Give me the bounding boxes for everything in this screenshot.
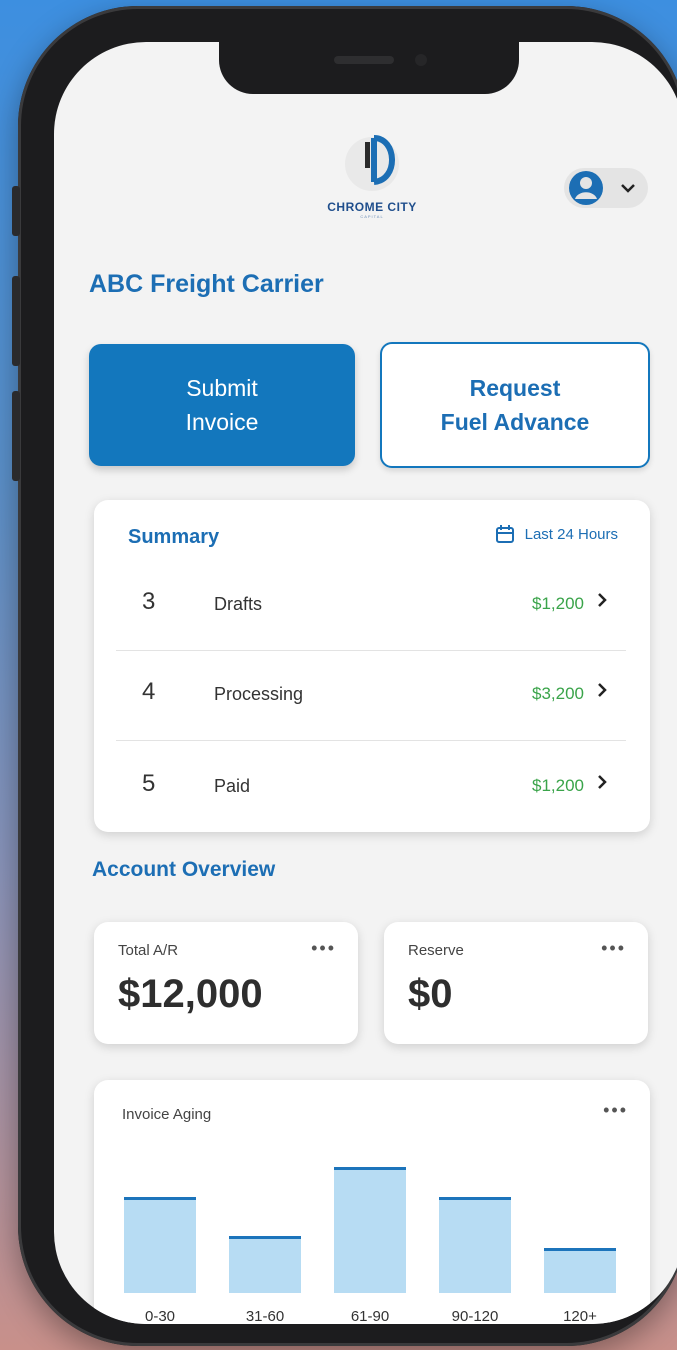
row-label: Paid — [214, 776, 251, 796]
aging-bar-90-120 — [439, 1197, 511, 1293]
summary-row-processing[interactable]: 4 Processing $3,200 — [94, 652, 650, 740]
speaker — [334, 56, 394, 64]
reserve-card: Reserve ••• $0 — [384, 922, 648, 1044]
request-fuel-advance-label: Request Fuel Advance — [440, 375, 590, 435]
row-amount: $3,200 — [532, 684, 584, 703]
row-count: 3 — [142, 588, 156, 615]
more-options-icon[interactable]: ••• — [603, 1100, 628, 1121]
row-amount: $1,200 — [532, 776, 584, 795]
summary-card: Summary Last 24 Hours 3 Drafts $1,200 4 — [94, 500, 650, 832]
reserve-value: $0 — [408, 972, 453, 1016]
more-options-icon[interactable]: ••• — [601, 938, 626, 959]
user-avatar-icon — [569, 171, 603, 205]
total-ar-value: $12,000 — [118, 972, 263, 1016]
brand-name: CHROME CITY — [327, 200, 417, 214]
aging-bar-label: 61-90 — [350, 1308, 390, 1324]
submit-invoice-label: Submit Invoice — [185, 375, 259, 435]
row-divider — [116, 740, 626, 741]
calendar-icon — [495, 525, 514, 543]
chevron-right-icon — [598, 683, 607, 697]
row-amount: $1,200 — [532, 594, 584, 613]
submit-invoice-button[interactable]: Submit Invoice — [89, 344, 355, 466]
chevron-right-icon — [598, 775, 607, 789]
aging-bar-label: 31-60 — [245, 1308, 285, 1324]
account-overview-title: Account Overview — [92, 858, 276, 881]
phone-frame: CHROME CITY CAPITAL ABC Freight Carrier … — [12, 6, 677, 1346]
total-ar-card: Total A/R ••• $12,000 — [94, 922, 358, 1044]
logo-mark-icon — [345, 135, 399, 191]
summary-title: Summary — [128, 526, 220, 548]
more-options-icon[interactable]: ••• — [311, 938, 336, 959]
phone-screen: CHROME CITY CAPITAL ABC Freight Carrier … — [54, 42, 677, 1324]
aging-bar-61-90 — [334, 1167, 406, 1293]
aging-bar-0-30 — [124, 1197, 196, 1293]
row-divider — [116, 650, 626, 651]
company-name: ABC Freight Carrier — [89, 270, 324, 298]
aging-bar-120+ — [544, 1248, 616, 1293]
summary-row-drafts[interactable]: 3 Drafts $1,200 — [94, 562, 650, 650]
aging-bar-31-60 — [229, 1236, 301, 1293]
invoice-aging-title: Invoice Aging — [122, 1106, 212, 1123]
mute-switch — [12, 186, 20, 236]
brand-sub: CAPITAL — [360, 214, 384, 219]
brand-logo: CHROME CITY CAPITAL — [302, 132, 442, 232]
account-menu-button[interactable] — [564, 168, 648, 208]
invoice-aging-card: Invoice Aging ••• 0-30 31-60 61-90 90-120 12… — [94, 1080, 650, 1324]
total-ar-label: Total A/R — [118, 942, 179, 959]
chevron-right-icon — [598, 593, 607, 607]
summary-row-paid[interactable]: 5 Paid $1,200 — [94, 744, 650, 832]
row-count: 4 — [142, 678, 156, 705]
period-label: Last 24 Hours — [524, 525, 618, 543]
aging-bar-label: 90-120 — [451, 1308, 499, 1324]
front-camera — [415, 54, 427, 66]
request-fuel-advance-button[interactable]: Request Fuel Advance — [380, 342, 650, 468]
volume-up-button — [12, 276, 20, 366]
period-selector[interactable]: Last 24 Hours — [495, 524, 618, 544]
row-count: 5 — [142, 770, 156, 797]
aging-bar-label: 120+ — [563, 1308, 597, 1324]
row-label: Drafts — [214, 594, 263, 614]
reserve-label: Reserve — [408, 942, 464, 959]
chevron-down-icon — [621, 184, 635, 193]
aging-bar-label: 0-30 — [144, 1308, 176, 1324]
notch — [219, 42, 519, 94]
volume-down-button — [12, 391, 20, 481]
row-label: Processing — [214, 684, 304, 704]
